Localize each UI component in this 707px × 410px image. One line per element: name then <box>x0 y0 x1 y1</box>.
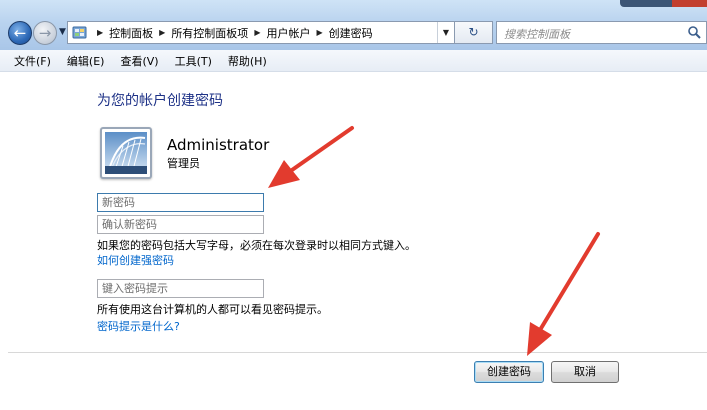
confirm-password-field[interactable] <box>97 215 264 234</box>
close-window-button[interactable] <box>672 0 707 7</box>
create-password-button[interactable]: 创建密码 <box>474 361 544 383</box>
search-icon[interactable] <box>687 25 701 42</box>
arrow-to-new-password <box>268 126 354 188</box>
arrow-to-create-button <box>527 232 600 356</box>
window-control-buttons[interactable] <box>620 0 707 7</box>
user-avatar <box>100 127 152 179</box>
menu-file[interactable]: 文件(F) <box>14 53 51 69</box>
breadcrumb-label[interactable]: 用户帐户 <box>266 25 310 41</box>
breadcrumb-all-items[interactable]: ▶ 所有控制面板项 <box>153 22 248 43</box>
breadcrumb-label[interactable]: 所有控制面板项 <box>171 25 248 41</box>
user-name: Administrator <box>167 136 270 154</box>
user-picture-icon <box>105 132 147 174</box>
cancel-button[interactable]: 取消 <box>551 361 619 383</box>
refresh-button[interactable]: ↻ <box>455 21 493 44</box>
window-navigation-bar: ← → ▼ ▶ 控制面板 ▶ 所有控制面板项 ▶ 用户帐户 ▶ 创建密码 ▼ ↻ 搜索控… <box>0 0 707 50</box>
strong-password-link[interactable]: 如何创建强密码 <box>97 252 174 268</box>
chevron-right-icon[interactable]: ▶ <box>97 28 103 37</box>
chevron-right-icon[interactable]: ▶ <box>159 28 165 37</box>
case-sensitivity-note: 如果您的密码包括大写字母，必须在每次登录时以相同方式键入。 <box>97 239 416 252</box>
chevron-right-icon[interactable]: ▶ <box>316 28 322 37</box>
chevron-right-icon[interactable]: ▶ <box>254 28 260 37</box>
menu-tools[interactable]: 工具(T) <box>175 53 212 69</box>
menu-help[interactable]: 帮助(H) <box>228 53 267 69</box>
forward-arrow-icon[interactable]: → <box>33 21 57 45</box>
breadcrumb-label[interactable]: 控制面板 <box>109 25 153 41</box>
refresh-icon: ↻ <box>468 25 479 39</box>
breadcrumb-label[interactable]: 创建密码 <box>329 25 373 41</box>
back-arrow-icon[interactable]: ← <box>8 21 32 45</box>
footer-divider <box>8 352 707 353</box>
address-bar[interactable]: ▶ 控制面板 ▶ 所有控制面板项 ▶ 用户帐户 ▶ 创建密码 ▼ <box>67 21 455 44</box>
menu-edit[interactable]: 编辑(E) <box>67 53 105 69</box>
menu-view[interactable]: 查看(V) <box>120 53 158 69</box>
password-hint-input[interactable] <box>98 280 263 297</box>
new-password-field[interactable] <box>97 193 264 212</box>
address-dropdown-icon[interactable]: ▼ <box>437 22 454 43</box>
user-role: 管理员 <box>167 157 200 170</box>
search-placeholder: 搜索控制面板 <box>504 28 570 41</box>
password-hint-field[interactable] <box>97 279 264 298</box>
menu-bar: 文件(F) 编辑(E) 查看(V) 工具(T) 帮助(H) <box>0 50 707 72</box>
hint-visibility-note: 所有使用这台计算机的人都可以看见密码提示。 <box>97 303 328 316</box>
new-password-input[interactable] <box>98 194 263 211</box>
breadcrumb-user-accounts[interactable]: ▶ 用户帐户 <box>248 22 310 43</box>
breadcrumb-control-panel[interactable]: ▶ 控制面板 <box>91 22 153 43</box>
control-panel-icon <box>71 24 89 42</box>
page-title: 为您的帐户创建密码 <box>97 93 223 109</box>
search-box[interactable]: 搜索控制面板 <box>496 21 707 44</box>
password-hint-help-link[interactable]: 密码提示是什么? <box>97 318 180 334</box>
recent-pages-dropdown-icon[interactable]: ▼ <box>59 27 66 37</box>
breadcrumb-create-password[interactable]: ▶ 创建密码 <box>310 22 372 43</box>
confirm-password-input[interactable] <box>98 216 263 233</box>
